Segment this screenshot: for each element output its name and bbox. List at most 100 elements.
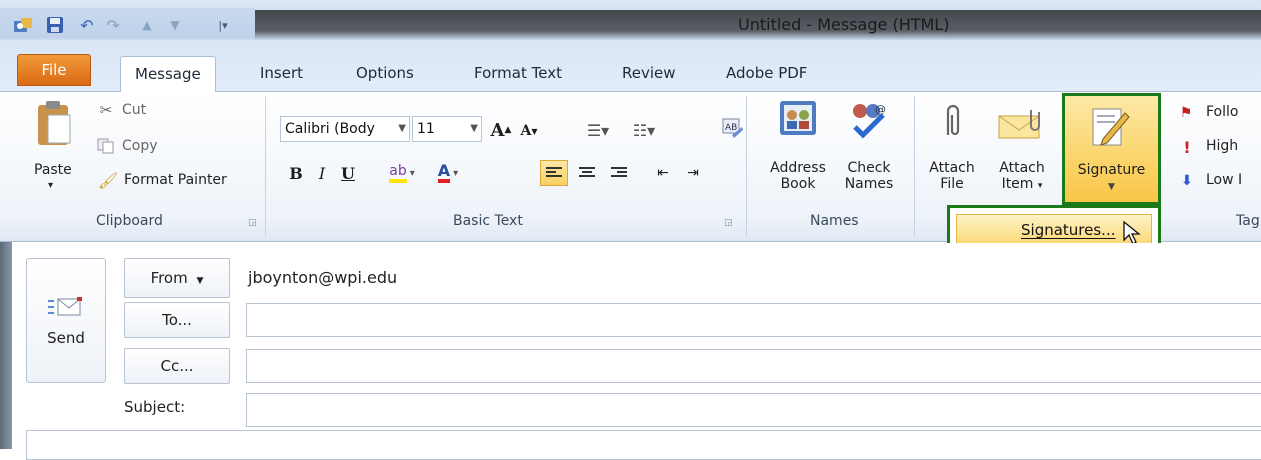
high-importance-icon: ! bbox=[1183, 137, 1191, 157]
send-button[interactable]: Send bbox=[26, 258, 106, 383]
chevron-down-icon: ▼ bbox=[196, 276, 204, 286]
chevron-down-icon: ▼ bbox=[398, 123, 406, 134]
ribbon-tabs: File Message Insert Options Format Text … bbox=[0, 40, 1261, 93]
underline-button[interactable]: U bbox=[338, 160, 358, 186]
window-title: Untitled - Message (HTML) bbox=[738, 15, 950, 34]
attach-file-label-line1: Attach bbox=[929, 160, 975, 176]
tab-format-text[interactable]: Format Text bbox=[460, 56, 576, 92]
font-size-combobox[interactable]: 11 ▼ bbox=[412, 116, 482, 142]
group-separator bbox=[746, 96, 747, 236]
chevron-down-icon: ▼ bbox=[470, 123, 478, 134]
signature-button[interactable]: Signature ▼ bbox=[1062, 93, 1161, 205]
window-left-edge bbox=[0, 242, 12, 449]
align-right-icon[interactable] bbox=[606, 160, 632, 186]
tab-file[interactable]: File bbox=[17, 54, 91, 86]
attach-item-label-line2: Item ▾ bbox=[1001, 176, 1043, 192]
cc-field[interactable] bbox=[246, 349, 1261, 383]
paste-button[interactable]: Paste bbox=[34, 162, 72, 178]
undo-icon[interactable]: ↶ bbox=[76, 14, 98, 36]
names-group-label: Names bbox=[810, 213, 859, 229]
low-importance-icon: ⬇ bbox=[1181, 173, 1193, 189]
attach-item-button[interactable]: Attach Item ▾ bbox=[992, 160, 1052, 194]
customize-toolbar-icon[interactable]: |▾ bbox=[212, 14, 234, 36]
format-painter-icon[interactable]: 🖌 bbox=[96, 170, 120, 190]
follow-up-button[interactable]: Follo bbox=[1206, 104, 1238, 120]
check-names-label-line2: Names bbox=[844, 176, 894, 192]
copy-button[interactable]: Copy bbox=[122, 138, 158, 154]
save-icon[interactable] bbox=[44, 14, 66, 36]
font-name-combobox[interactable]: Calibri (Body ▼ bbox=[280, 116, 410, 142]
font-size-value: 11 bbox=[417, 121, 435, 137]
shrink-font-icon[interactable]: A ▼ bbox=[516, 120, 542, 142]
group-separator bbox=[265, 96, 266, 236]
format-painter-button[interactable]: Format Painter bbox=[124, 172, 227, 188]
styles-icon[interactable]: AB bbox=[720, 116, 746, 142]
grow-font-icon[interactable]: A ▲ bbox=[488, 118, 514, 142]
align-center-icon[interactable] bbox=[574, 160, 600, 186]
paste-icon[interactable] bbox=[30, 98, 78, 150]
signatures-menu-item-label: Signatures... bbox=[1021, 221, 1116, 239]
font-color-icon: A bbox=[437, 163, 451, 183]
title-bar: ↶ ↷ ▲ ▼ |▾ Untitled - Message (HTML) bbox=[0, 0, 1261, 40]
text-highlight-color-button[interactable]: ab ▾ bbox=[382, 160, 422, 186]
message-body[interactable] bbox=[26, 430, 1261, 460]
outlook-app-icon[interactable] bbox=[12, 14, 34, 36]
low-importance-button[interactable]: Low I bbox=[1206, 172, 1242, 188]
tab-options[interactable]: Options bbox=[342, 56, 428, 92]
address-book-label-line1: Address bbox=[770, 160, 826, 176]
cc-button[interactable]: Cc... bbox=[124, 348, 230, 384]
clipboard-dialog-launcher-icon[interactable]: ◲ bbox=[248, 218, 257, 228]
check-names-button[interactable]: Check Names bbox=[836, 160, 902, 192]
tab-review[interactable]: Review bbox=[608, 56, 690, 92]
increase-indent-icon[interactable]: ⇥ bbox=[680, 160, 706, 186]
cut-button[interactable]: Cut bbox=[122, 102, 146, 118]
attach-file-button[interactable]: Attach File bbox=[924, 160, 980, 192]
tags-group-label: Tag bbox=[1236, 213, 1260, 229]
group-separator bbox=[914, 96, 915, 236]
send-label: Send bbox=[47, 329, 85, 347]
subject-field[interactable] bbox=[246, 393, 1261, 427]
from-address: jboynton@wpi.edu bbox=[248, 268, 398, 287]
basic-text-dialog-launcher-icon[interactable]: ◲ bbox=[724, 218, 733, 228]
address-book-button[interactable]: Address Book bbox=[758, 160, 838, 192]
to-field[interactable] bbox=[246, 303, 1261, 337]
paste-dropdown-icon[interactable]: ▾ bbox=[48, 180, 53, 191]
font-name-value: Calibri (Body bbox=[285, 121, 375, 137]
copy-icon[interactable] bbox=[96, 136, 116, 156]
chevron-down-icon: ▼ bbox=[1108, 182, 1115, 192]
basic-text-group-label: Basic Text bbox=[453, 213, 523, 229]
envelope-attach-icon[interactable] bbox=[996, 104, 1046, 142]
redo-icon[interactable]: ↷ bbox=[102, 14, 124, 36]
font-color-button[interactable]: A ▾ bbox=[428, 160, 468, 186]
down-arrow-icon[interactable]: ▼ bbox=[164, 14, 186, 36]
highlighter-icon: ab bbox=[389, 163, 407, 183]
flag-icon: ⚑ bbox=[1179, 105, 1193, 121]
tab-insert[interactable]: Insert bbox=[246, 56, 317, 92]
decrease-indent-icon[interactable]: ⇤ bbox=[650, 160, 676, 186]
address-book-label-line2: Book bbox=[780, 176, 816, 192]
signature-label: Signature bbox=[1077, 162, 1146, 178]
attach-file-label-line2: File bbox=[940, 176, 964, 192]
address-book-icon[interactable] bbox=[776, 98, 820, 138]
tab-adobe-pdf[interactable]: Adobe PDF bbox=[712, 56, 821, 92]
clipboard-group-label: Clipboard bbox=[96, 213, 163, 229]
bullets-icon[interactable]: ☰▾ bbox=[580, 118, 616, 142]
numbering-icon[interactable]: ☷▾ bbox=[626, 118, 662, 142]
check-names-icon[interactable]: @ bbox=[846, 98, 890, 140]
align-left-icon[interactable] bbox=[540, 160, 568, 186]
high-importance-button[interactable]: High bbox=[1206, 138, 1238, 154]
cut-icon[interactable]: ✂ bbox=[96, 100, 116, 120]
to-button[interactable]: To... bbox=[124, 302, 230, 338]
signature-pen-icon bbox=[1083, 104, 1139, 152]
up-arrow-icon[interactable]: ▲ bbox=[136, 14, 158, 36]
attach-item-label-line1: Attach bbox=[999, 160, 1045, 176]
tab-message[interactable]: Message bbox=[120, 56, 216, 93]
italic-button[interactable]: I bbox=[312, 160, 332, 186]
from-label: From bbox=[150, 269, 188, 287]
bold-button[interactable]: B bbox=[286, 160, 306, 186]
svg-text:AB: AB bbox=[725, 123, 737, 133]
paperclip-icon[interactable] bbox=[932, 102, 972, 142]
from-button[interactable]: From ▼ bbox=[124, 258, 230, 298]
check-names-label-line1: Check bbox=[847, 160, 891, 176]
send-envelope-icon bbox=[47, 295, 85, 319]
